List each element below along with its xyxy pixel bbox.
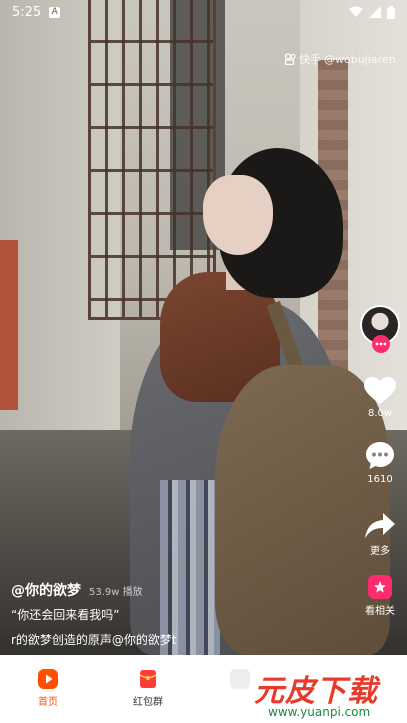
video-player[interactable] bbox=[0, 0, 407, 655]
share-label: 更多 bbox=[370, 546, 390, 557]
person-face bbox=[203, 175, 273, 255]
comment-count: 1610 bbox=[367, 474, 393, 485]
notification-icon: A bbox=[49, 6, 61, 18]
star-icon bbox=[374, 581, 386, 593]
home-play-icon bbox=[38, 669, 58, 689]
follow-button[interactable] bbox=[372, 335, 390, 353]
signal-icon bbox=[369, 6, 381, 18]
battery-icon bbox=[387, 5, 395, 19]
red-door bbox=[0, 240, 18, 410]
author-avatar-button[interactable] bbox=[360, 305, 400, 353]
status-time: 5:25 bbox=[12, 4, 42, 20]
comment-button[interactable]: 1610 bbox=[365, 441, 395, 485]
like-count: 8.0w bbox=[367, 408, 393, 419]
share-button[interactable]: 更多 bbox=[365, 513, 395, 557]
window-grate bbox=[88, 0, 216, 320]
site-logo: 元皮下载 www.yuanpi.com bbox=[242, 660, 407, 723]
play-count: 53.9w 播放 bbox=[89, 587, 143, 598]
kuaishou-watermark: 快手 @wobujiaren bbox=[284, 51, 396, 67]
heart-icon bbox=[364, 377, 396, 404]
action-rail: 8.0w 1610 更多 看相关 bbox=[356, 305, 404, 617]
watermark-handle: @wobujiaren bbox=[324, 52, 396, 66]
author-row: @你的欲梦 53.9w 播放 bbox=[11, 580, 351, 600]
nav-home-label: 首页 bbox=[38, 697, 58, 708]
site-logo-url: www.yuanpi.com bbox=[268, 705, 371, 719]
more-dots-icon bbox=[375, 342, 387, 346]
status-bar: 5:25 A bbox=[0, 0, 407, 24]
wifi-icon bbox=[349, 6, 363, 17]
video-caption: @你的欲梦 53.9w 播放 “你还会回来看我吗” r的欲梦创造的原声@你的欲梦… bbox=[11, 580, 351, 648]
author-name[interactable]: @你的欲梦 bbox=[11, 580, 81, 600]
site-logo-text: 元皮下载 bbox=[254, 674, 378, 709]
watermark-brand: 快手 bbox=[299, 53, 321, 66]
share-arrow-icon bbox=[365, 513, 395, 538]
nav-redpacket[interactable]: 红包群 bbox=[133, 669, 163, 708]
video-description[interactable]: “你还会回来看我吗” bbox=[11, 606, 351, 623]
related-button[interactable]: 看相关 bbox=[365, 575, 395, 617]
kuaishou-logo-icon bbox=[284, 53, 296, 65]
nav-redpacket-label: 红包群 bbox=[133, 697, 163, 708]
related-label: 看相关 bbox=[365, 606, 395, 617]
status-icons bbox=[349, 5, 395, 19]
comment-icon bbox=[366, 442, 394, 469]
red-packet-icon bbox=[139, 670, 157, 688]
music-marquee[interactable]: r的欲梦创造的原声@你的欲梦t bbox=[11, 631, 196, 648]
related-icon bbox=[368, 575, 392, 599]
nav-home[interactable]: 首页 bbox=[38, 669, 58, 708]
like-button[interactable]: 8.0w bbox=[364, 377, 396, 419]
